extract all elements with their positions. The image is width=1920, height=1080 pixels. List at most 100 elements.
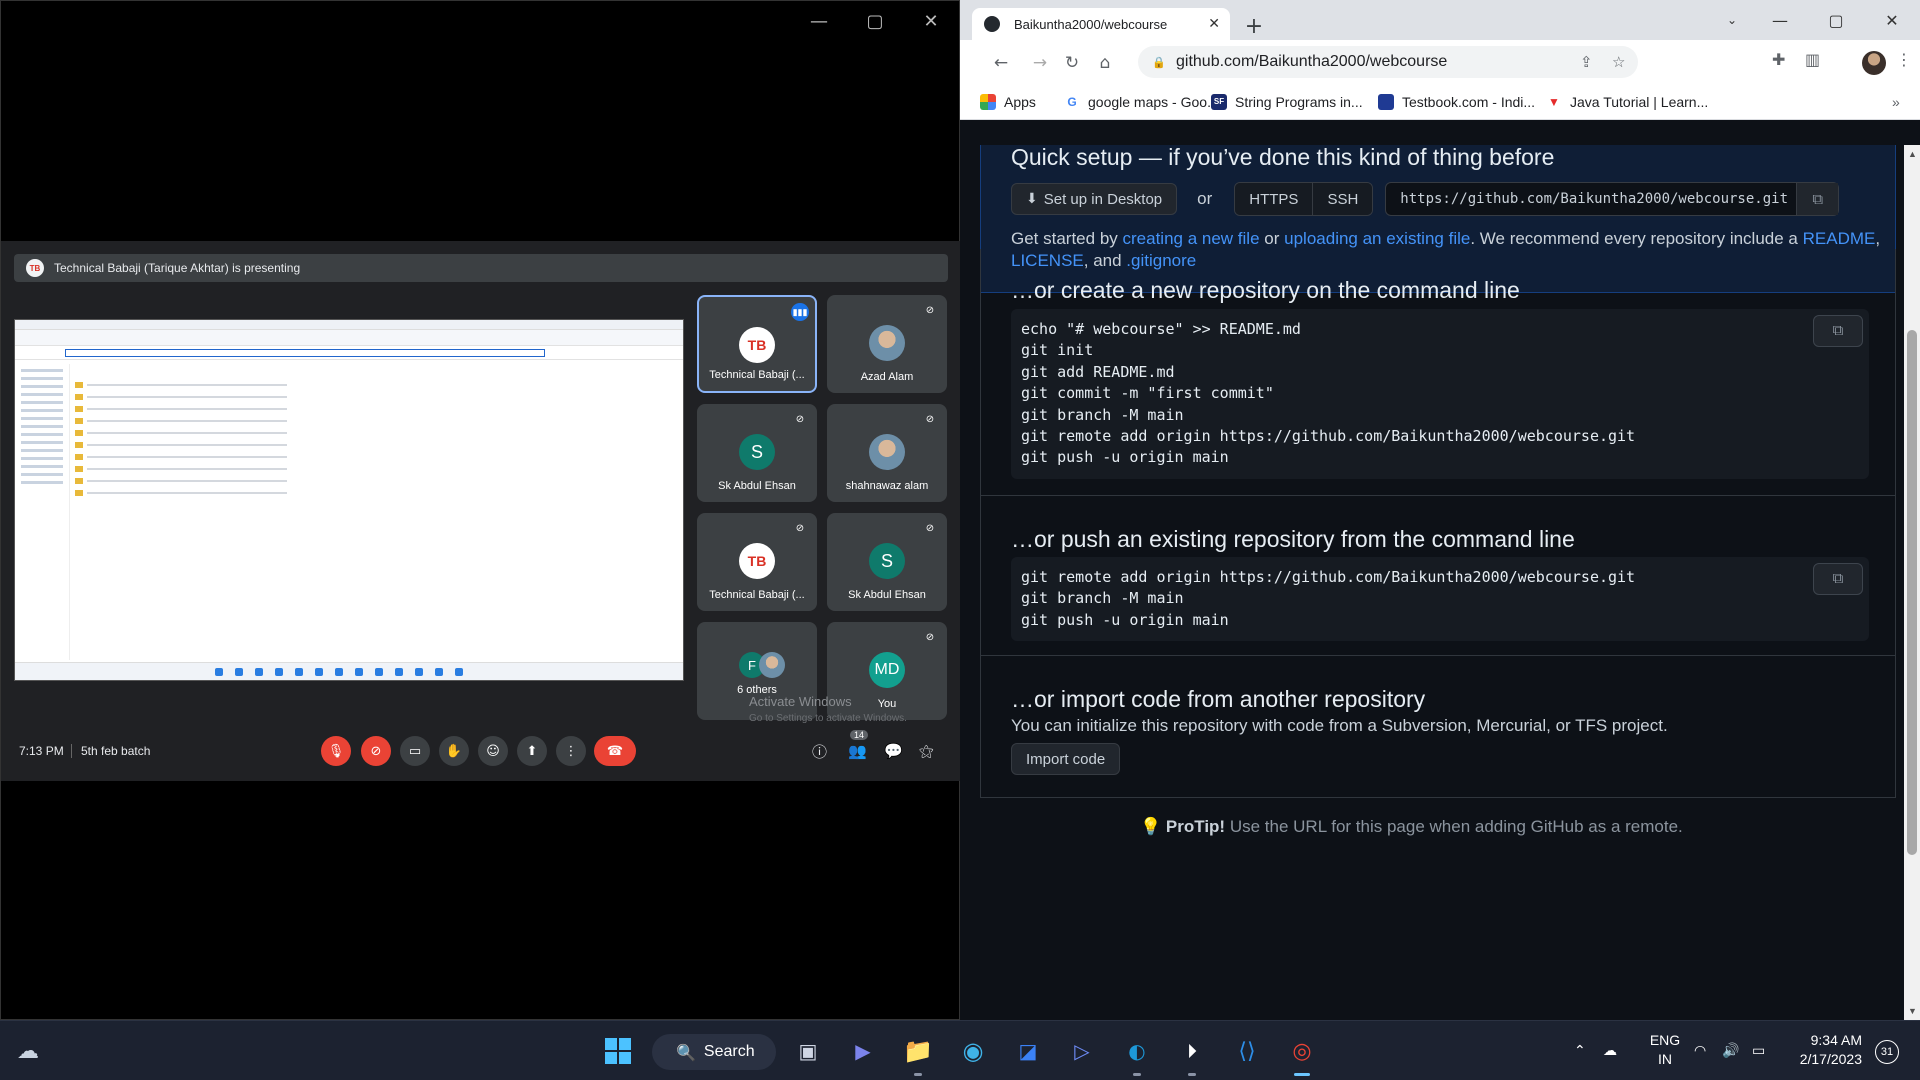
https-tab[interactable]: HTTPS: [1235, 183, 1313, 215]
activate-windows-watermark: Activate Windows: [749, 694, 852, 709]
battery-icon[interactable]: ▭: [1752, 1021, 1765, 1080]
back-icon[interactable]: ←: [988, 50, 1014, 76]
reload-icon[interactable]: ↻: [1059, 50, 1085, 76]
stream-icon[interactable]: ▷: [1064, 1033, 1100, 1069]
participant-tile[interactable]: ⊘ shahnawaz alam: [827, 404, 947, 502]
participant-tile[interactable]: ▮▮▮ TB Technical Babaji (...: [697, 295, 817, 393]
forward-icon[interactable]: →: [1027, 50, 1053, 76]
bookmark-java-tutorial[interactable]: ▼ Java Tutorial | Learn...: [1546, 94, 1708, 110]
weather-icon[interactable]: ☁: [10, 1033, 46, 1069]
bookmark-label: String Programs in...: [1235, 93, 1363, 110]
file-explorer-icon[interactable]: 📁: [900, 1033, 936, 1069]
system-clock[interactable]: 9:34 AM 2/17/2023: [1790, 1031, 1862, 1069]
bookmark-string-programs[interactable]: SF String Programs in...: [1211, 93, 1363, 110]
tab-search-button[interactable]: ⌄: [1712, 0, 1752, 40]
ssh-tab[interactable]: SSH: [1312, 183, 1373, 215]
meet-app-icon[interactable]: ◐: [1119, 1033, 1155, 1069]
teams-chat-icon[interactable]: ▶: [845, 1033, 881, 1069]
import-code-button[interactable]: Import code: [1011, 743, 1121, 775]
participant-tile[interactable]: ⊘ TB Technical Babaji (...: [697, 513, 817, 611]
vscode-icon[interactable]: ⟨⟩: [1229, 1033, 1265, 1069]
bookmark-google-maps[interactable]: G google maps - Goo...: [1064, 94, 1218, 110]
participant-tile[interactable]: ⊘ S Sk Abdul Ehsan: [697, 404, 817, 502]
push-repo-title: …or push an existing repository from the…: [1011, 526, 1575, 552]
side-panel-icon[interactable]: ▥: [1805, 50, 1820, 69]
presenter-avatar-icon: TB: [26, 259, 44, 277]
browser-toolbar: ← → ↻ ⌂ 🔒 github.com/Baikuntha2000/webco…: [960, 40, 1920, 84]
new-tab-button[interactable]: +: [1240, 12, 1268, 40]
shared-folder-row: [75, 490, 295, 496]
people-icon[interactable]: 👥 14: [848, 730, 869, 760]
copy-icon[interactable]: ⧉: [1813, 315, 1863, 347]
start-button[interactable]: [600, 1033, 636, 1069]
chrome-icon[interactable]: ◎: [1284, 1033, 1320, 1069]
present-screen-button[interactable]: ⬆: [517, 736, 547, 766]
setup-in-desktop-button[interactable]: ⬇ Set up in Desktop: [1011, 183, 1178, 215]
protip-text: Use the URL for this page when adding Gi…: [1229, 817, 1683, 836]
raise-hand-button[interactable]: ✋: [439, 736, 469, 766]
bookmark-star-icon[interactable]: ☆: [1612, 53, 1625, 71]
tab-title: Baikuntha2000/webcourse: [1014, 16, 1168, 32]
share-icon[interactable]: ⇪: [1580, 53, 1593, 71]
scroll-down-icon[interactable]: ▼: [1908, 1006, 1917, 1016]
chrome-menu-icon[interactable]: ⋮: [1896, 50, 1912, 69]
copy-icon[interactable]: ⧉: [1796, 183, 1839, 215]
minimize-button[interactable]: —: [1752, 0, 1808, 40]
scrollbar-thumb[interactable]: [1907, 330, 1917, 855]
bookmarks-overflow-button[interactable]: »: [1892, 94, 1900, 110]
copy-icon[interactable]: ⧉: [1813, 563, 1863, 595]
volume-icon[interactable]: 🔊: [1722, 1021, 1739, 1080]
uploading-existing-file-link[interactable]: uploading an existing file: [1284, 229, 1470, 248]
participant-tile[interactable]: ⊘ Azad Alam: [827, 295, 947, 393]
shared-explorer-titlebar: [15, 320, 683, 330]
speaking-indicator-icon: ▮▮▮: [791, 303, 809, 321]
app-icon[interactable]: ◪: [1010, 1033, 1046, 1069]
shared-folder-row: [75, 454, 295, 460]
home-icon[interactable]: ⌂: [1092, 50, 1118, 76]
maximize-button[interactable]: ▢: [847, 1, 903, 41]
create-repo-title: …or create a new repository on the comma…: [1011, 277, 1520, 303]
extensions-icon[interactable]: ✚: [1772, 50, 1785, 69]
bookmark-testbook[interactable]: Testbook.com - Indi...: [1378, 93, 1535, 110]
show-hidden-icons-icon[interactable]: ⌃: [1574, 1021, 1586, 1080]
more-options-button[interactable]: ⋮: [556, 736, 586, 766]
or-label: or: [1197, 189, 1213, 208]
page-scrollbar[interactable]: ▲ ▼: [1904, 145, 1920, 1020]
camera-off-button[interactable]: ⊘: [361, 736, 391, 766]
clone-url-text: https://github.com/Baikuntha2000/webcour…: [1400, 191, 1789, 207]
participant-tile[interactable]: ⊘ S Sk Abdul Ehsan: [827, 513, 947, 611]
address-bar[interactable]: 🔒 github.com/Baikuntha2000/webcourse ⇪ ☆: [1138, 46, 1638, 78]
wifi-icon[interactable]: ◠: [1694, 1021, 1706, 1080]
close-button[interactable]: ✕: [903, 1, 959, 41]
push-repo-code: git remote add origin https://github.com…: [1011, 557, 1869, 642]
activities-icon[interactable]: ⚝: [919, 742, 934, 760]
close-button[interactable]: ✕: [1864, 0, 1920, 40]
scroll-up-icon[interactable]: ▲: [1908, 149, 1917, 159]
profile-avatar[interactable]: [1862, 51, 1886, 75]
captions-button[interactable]: ▭: [400, 736, 430, 766]
browser-tab[interactable]: Baikuntha2000/webcourse ✕: [972, 8, 1230, 40]
close-tab-icon[interactable]: ✕: [1208, 16, 1220, 32]
leave-call-button[interactable]: ☎: [594, 736, 636, 766]
readme-link[interactable]: README: [1803, 229, 1876, 248]
media-player-icon[interactable]: ⏵: [1174, 1033, 1210, 1069]
maximize-button[interactable]: ▢: [1808, 0, 1864, 40]
emoji-button[interactable]: ☺: [478, 736, 508, 766]
bookmark-label: Java Tutorial | Learn...: [1570, 93, 1709, 110]
mic-off-icon: ⊘: [925, 631, 935, 643]
clone-url-field[interactable]: https://github.com/Baikuntha2000/webcour…: [1385, 182, 1840, 216]
edge-icon[interactable]: ◉: [955, 1033, 991, 1069]
task-view-icon[interactable]: ▣: [790, 1033, 826, 1069]
avatar: [759, 652, 785, 678]
notification-badge[interactable]: 31: [1875, 1040, 1899, 1064]
bookmark-apps[interactable]: Apps: [980, 93, 1036, 110]
protocol-toggle: HTTPS SSH: [1234, 182, 1374, 216]
minimize-button[interactable]: —: [791, 1, 847, 41]
language-indicator[interactable]: ENG IN: [1643, 1031, 1687, 1069]
meeting-info-icon[interactable]: ⓘ: [812, 741, 827, 762]
taskbar-search[interactable]: 🔍 Search: [652, 1034, 776, 1070]
creating-new-file-link[interactable]: creating a new file: [1123, 229, 1260, 248]
onedrive-icon[interactable]: ☁: [1603, 1021, 1617, 1080]
chat-icon[interactable]: 💬: [884, 742, 903, 760]
mic-off-button[interactable]: 🎙: [321, 736, 351, 766]
